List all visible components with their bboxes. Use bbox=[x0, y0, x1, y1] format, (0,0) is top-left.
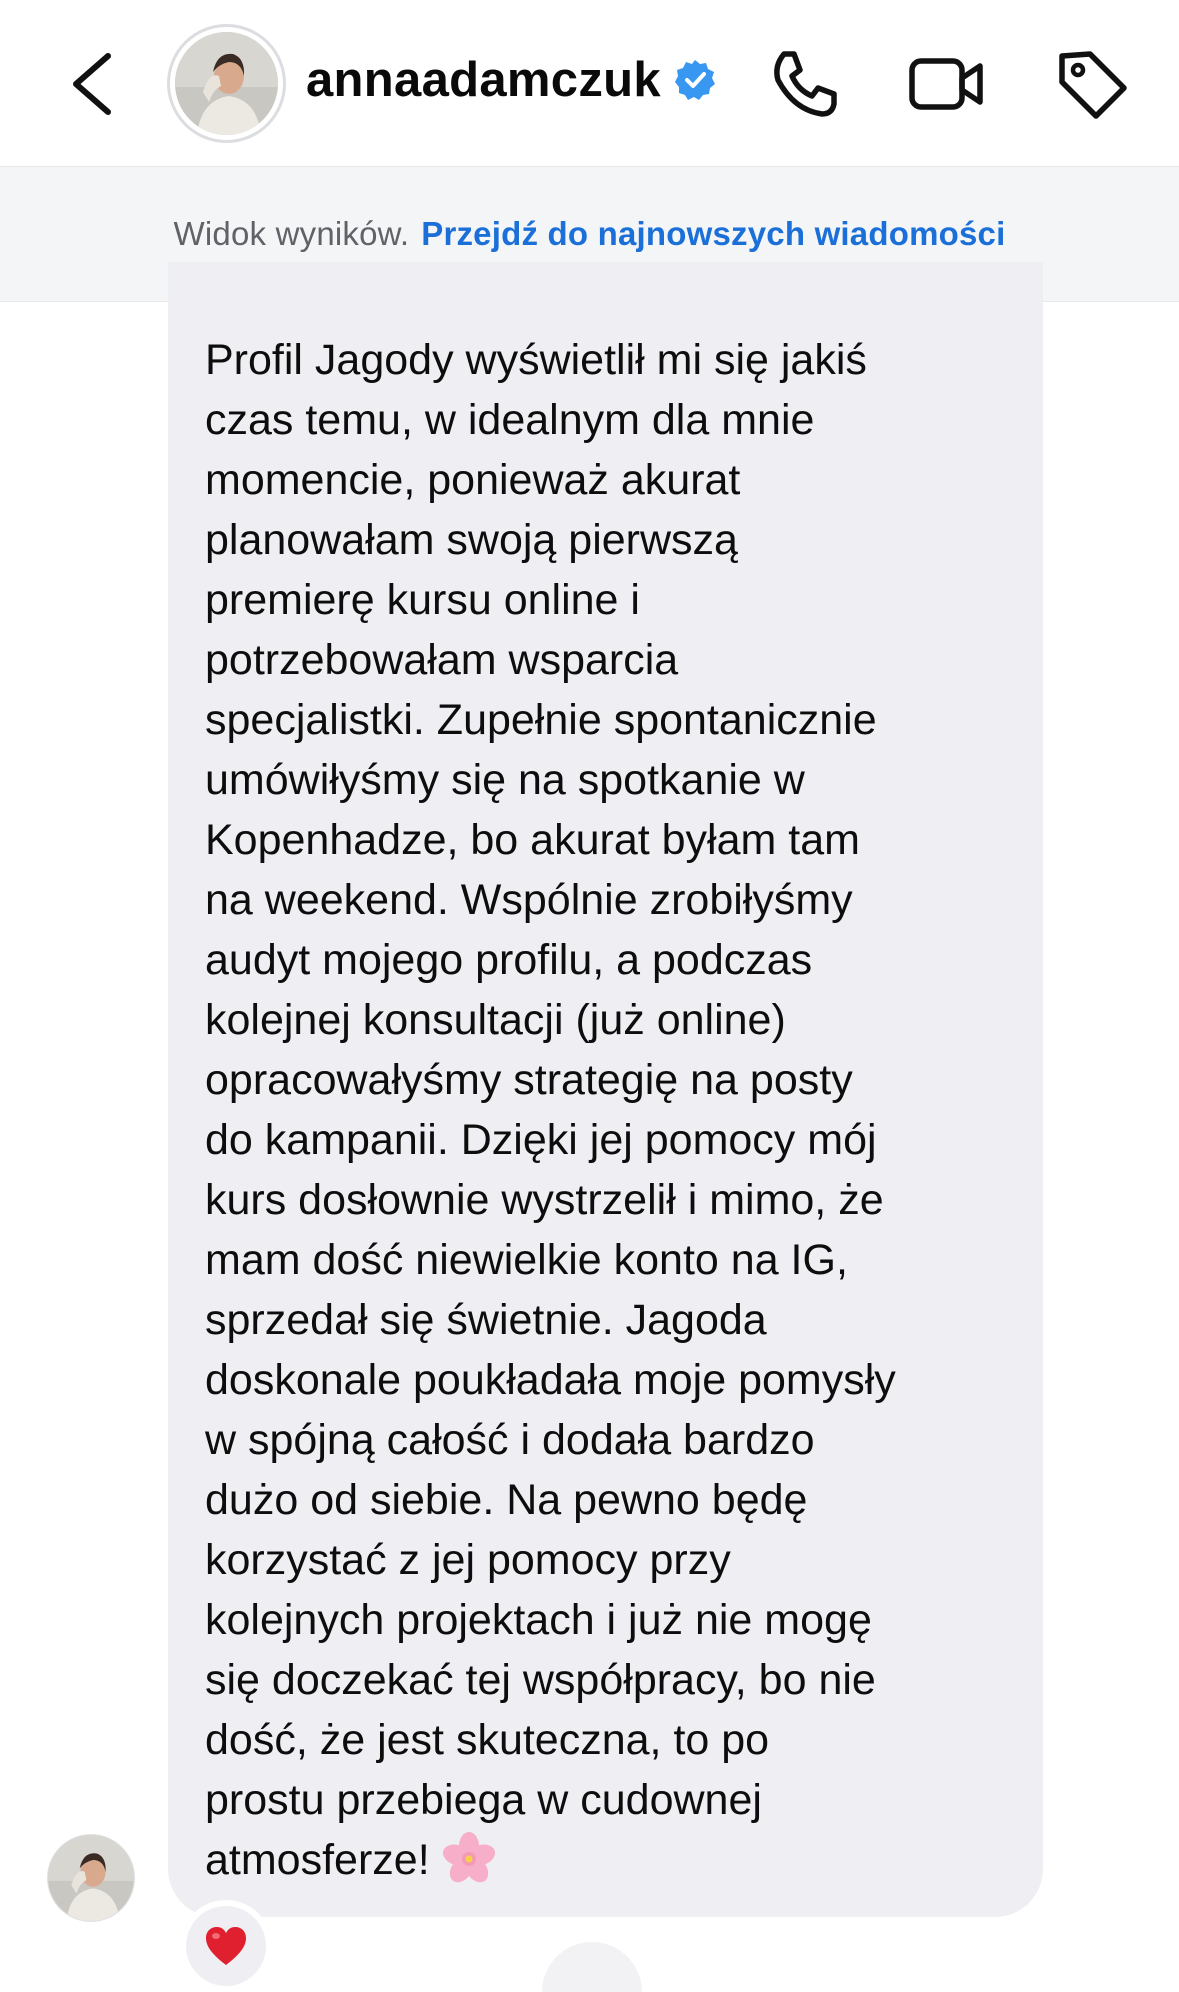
username: annaadamczuk bbox=[306, 53, 661, 107]
jump-to-latest-link[interactable]: Przejdź do najnowszych wiadomości bbox=[421, 215, 1005, 253]
chat-header: annaadamczuk bbox=[0, 0, 1179, 167]
sender-avatar[interactable] bbox=[47, 1834, 135, 1922]
message-text-block: Profil Jagody wyświetlił mi się jakiś cz… bbox=[205, 330, 1023, 1890]
back-button[interactable] bbox=[62, 42, 122, 126]
next-item-edge bbox=[542, 1942, 642, 1992]
video-camera-icon bbox=[909, 58, 983, 110]
video-call-button[interactable] bbox=[906, 44, 986, 124]
sender-avatar-photo bbox=[48, 1835, 134, 1921]
heart-reaction[interactable] bbox=[180, 1900, 272, 1992]
chevron-left-icon bbox=[73, 53, 111, 115]
message-text: Profil Jagody wyświetlił mi się jakiś cz… bbox=[205, 336, 896, 1884]
red-heart-icon bbox=[206, 1927, 246, 1965]
avatar-photo bbox=[175, 32, 278, 135]
username-link[interactable]: annaadamczuk bbox=[306, 52, 717, 108]
tag-button[interactable] bbox=[1052, 44, 1132, 124]
message-bubble[interactable]: Profil Jagody wyświetlił mi się jakiś cz… bbox=[168, 262, 1043, 1917]
phone-icon bbox=[774, 51, 837, 117]
banner-text: Widok wyników. bbox=[173, 215, 410, 252]
profile-avatar[interactable] bbox=[167, 24, 286, 143]
tag-icon bbox=[1059, 51, 1127, 119]
verified-badge-icon bbox=[674, 60, 715, 100]
cherry-blossom-icon bbox=[442, 1832, 495, 1883]
call-button[interactable] bbox=[764, 44, 844, 124]
